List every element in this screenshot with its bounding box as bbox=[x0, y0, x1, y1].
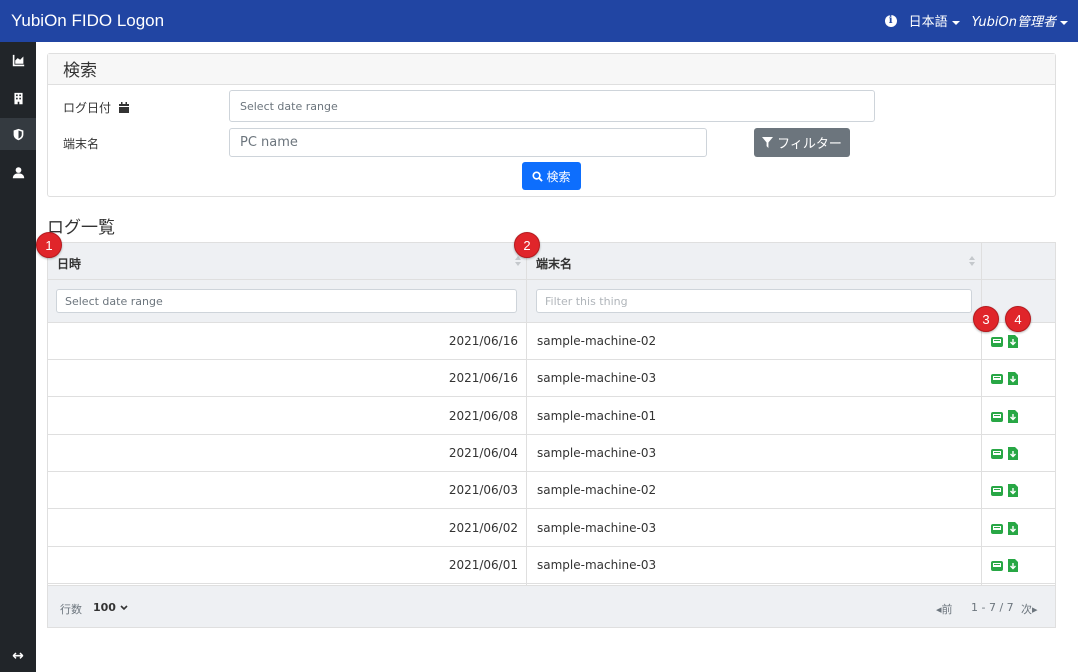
language-dropdown[interactable]: 日本語 bbox=[909, 11, 960, 30]
building-icon bbox=[13, 92, 23, 104]
view-log-icon[interactable] bbox=[991, 372, 1003, 385]
row-date: 2021/06/03 bbox=[448, 483, 518, 498]
row-terminal-name: sample-machine-03 bbox=[537, 445, 657, 460]
search-icon bbox=[532, 170, 544, 182]
row-date: 2021/06/16 bbox=[448, 334, 518, 348]
calendar-icon bbox=[118, 102, 129, 113]
view-log-icon[interactable] bbox=[991, 522, 1003, 535]
row-terminal-name: sample-machine-03 bbox=[537, 520, 657, 535]
annotation-badge: 1 bbox=[36, 232, 62, 258]
prev-page-button[interactable]: ◂前 bbox=[936, 601, 953, 617]
chevron-right-icon: ▸ bbox=[1032, 603, 1038, 616]
download-log-icon[interactable] bbox=[1008, 558, 1020, 572]
top-navbar: YubiOn FIDO Logon i 日本語 YubiOn管理者 bbox=[0, 0, 1078, 42]
column-terminal-header[interactable]: 端末名 bbox=[536, 255, 572, 272]
sidebar-item-user[interactable] bbox=[0, 156, 36, 188]
table-header: 日時 端末名 bbox=[48, 243, 1055, 280]
row-date: 2021/06/02 bbox=[448, 520, 518, 535]
view-log-icon[interactable] bbox=[991, 447, 1003, 460]
download-log-icon[interactable] bbox=[1008, 446, 1020, 460]
table-footer: 行数 100 ◂前 1 - 7 / 7 次▸ bbox=[48, 585, 1055, 627]
sort-icon[interactable] bbox=[969, 256, 975, 266]
sidebar-item-security[interactable] bbox=[0, 118, 36, 150]
area-chart-icon bbox=[12, 54, 24, 66]
shield-icon bbox=[13, 128, 23, 140]
search-card-title: 検索 bbox=[48, 54, 1055, 85]
column-divider bbox=[526, 243, 527, 585]
date-filter-input[interactable]: Select date range bbox=[56, 289, 517, 313]
sort-icon[interactable] bbox=[515, 256, 521, 266]
annotation-badge: 2 bbox=[514, 232, 540, 258]
row-terminal-name: sample-machine-02 bbox=[537, 334, 657, 348]
table-row: 2021/06/16 sample-machine-02 bbox=[48, 323, 1055, 360]
table-row: 2021/06/02 sample-machine-03 bbox=[48, 510, 1055, 547]
sidebar-toggle-icon[interactable]: ↔ bbox=[0, 640, 36, 672]
row-terminal-name: sample-machine-03 bbox=[537, 557, 657, 572]
table-row: 2021/06/01 sample-machine-03 bbox=[48, 547, 1055, 584]
rows-per-page-select[interactable]: 100 bbox=[93, 601, 128, 614]
annotation-badge: 3 bbox=[973, 306, 999, 332]
table-row: 2021/06/04 sample-machine-03 bbox=[48, 435, 1055, 472]
view-log-icon[interactable] bbox=[991, 335, 1003, 348]
table-row: 2021/06/16 sample-machine-03 bbox=[48, 360, 1055, 398]
download-log-icon[interactable] bbox=[1008, 484, 1020, 498]
download-log-icon[interactable] bbox=[1008, 409, 1020, 423]
search-button[interactable]: 検索 bbox=[522, 162, 581, 190]
row-date: 2021/06/16 bbox=[448, 371, 518, 386]
download-log-icon[interactable] bbox=[1008, 521, 1020, 535]
next-page-button[interactable]: 次▸ bbox=[1021, 601, 1038, 617]
chevron-down-icon bbox=[1060, 20, 1068, 25]
sidebar: ↔ bbox=[0, 42, 36, 672]
search-card: 検索 ログ日付 Select date range 端末名 PC name フィ… bbox=[47, 53, 1056, 197]
page-range: 1 - 7 / 7 bbox=[971, 601, 1014, 614]
filter-button[interactable]: フィルター bbox=[754, 128, 850, 157]
filter-icon bbox=[762, 137, 774, 148]
sidebar-item-chart[interactable] bbox=[0, 44, 36, 76]
top-nav: i 日本語 YubiOn管理者 bbox=[884, 11, 1068, 30]
terminal-filter-input[interactable]: Filter this thing bbox=[536, 289, 972, 313]
log-table: 日時 端末名 Select date range Filter this thi… bbox=[47, 242, 1056, 628]
row-date: 2021/06/01 bbox=[448, 557, 518, 572]
chevron-down-icon bbox=[951, 20, 960, 25]
row-date: 2021/06/04 bbox=[448, 445, 518, 460]
sidebar-item-building[interactable] bbox=[0, 82, 36, 114]
download-log-icon[interactable] bbox=[1008, 372, 1020, 386]
table-row: 2021/06/08 sample-machine-01 bbox=[48, 398, 1055, 435]
rows-per-page-label: 行数 bbox=[60, 603, 82, 616]
pc-name-input[interactable]: PC name bbox=[229, 128, 707, 157]
user-dropdown[interactable]: YubiOn管理者 bbox=[972, 11, 1068, 30]
terminal-name-label: 端末名 bbox=[63, 137, 100, 151]
info-icon[interactable]: i bbox=[884, 14, 897, 27]
log-date-range-input[interactable]: Select date range bbox=[229, 90, 875, 122]
brand-title[interactable]: YubiOn FIDO Logon bbox=[11, 11, 164, 31]
row-terminal-name: sample-machine-01 bbox=[537, 408, 657, 423]
row-date: 2021/06/08 bbox=[448, 408, 518, 423]
annotation-badge: 4 bbox=[1005, 306, 1031, 332]
table-filter-row: Select date range Filter this thing bbox=[48, 280, 1055, 323]
row-terminal-name: sample-machine-02 bbox=[537, 483, 657, 498]
view-log-icon[interactable] bbox=[991, 484, 1003, 497]
user-icon bbox=[12, 166, 24, 178]
column-datetime-header[interactable]: 日時 bbox=[57, 255, 81, 272]
column-divider bbox=[981, 243, 982, 585]
table-row: 2021/06/03 sample-machine-02 bbox=[48, 472, 1055, 510]
row-terminal-name: sample-machine-03 bbox=[537, 371, 657, 386]
chevron-down-icon bbox=[120, 605, 128, 611]
log-date-label: ログ日付 bbox=[63, 99, 129, 116]
view-log-icon[interactable] bbox=[991, 559, 1003, 572]
view-log-icon[interactable] bbox=[991, 410, 1003, 423]
download-log-icon[interactable] bbox=[1008, 335, 1020, 348]
